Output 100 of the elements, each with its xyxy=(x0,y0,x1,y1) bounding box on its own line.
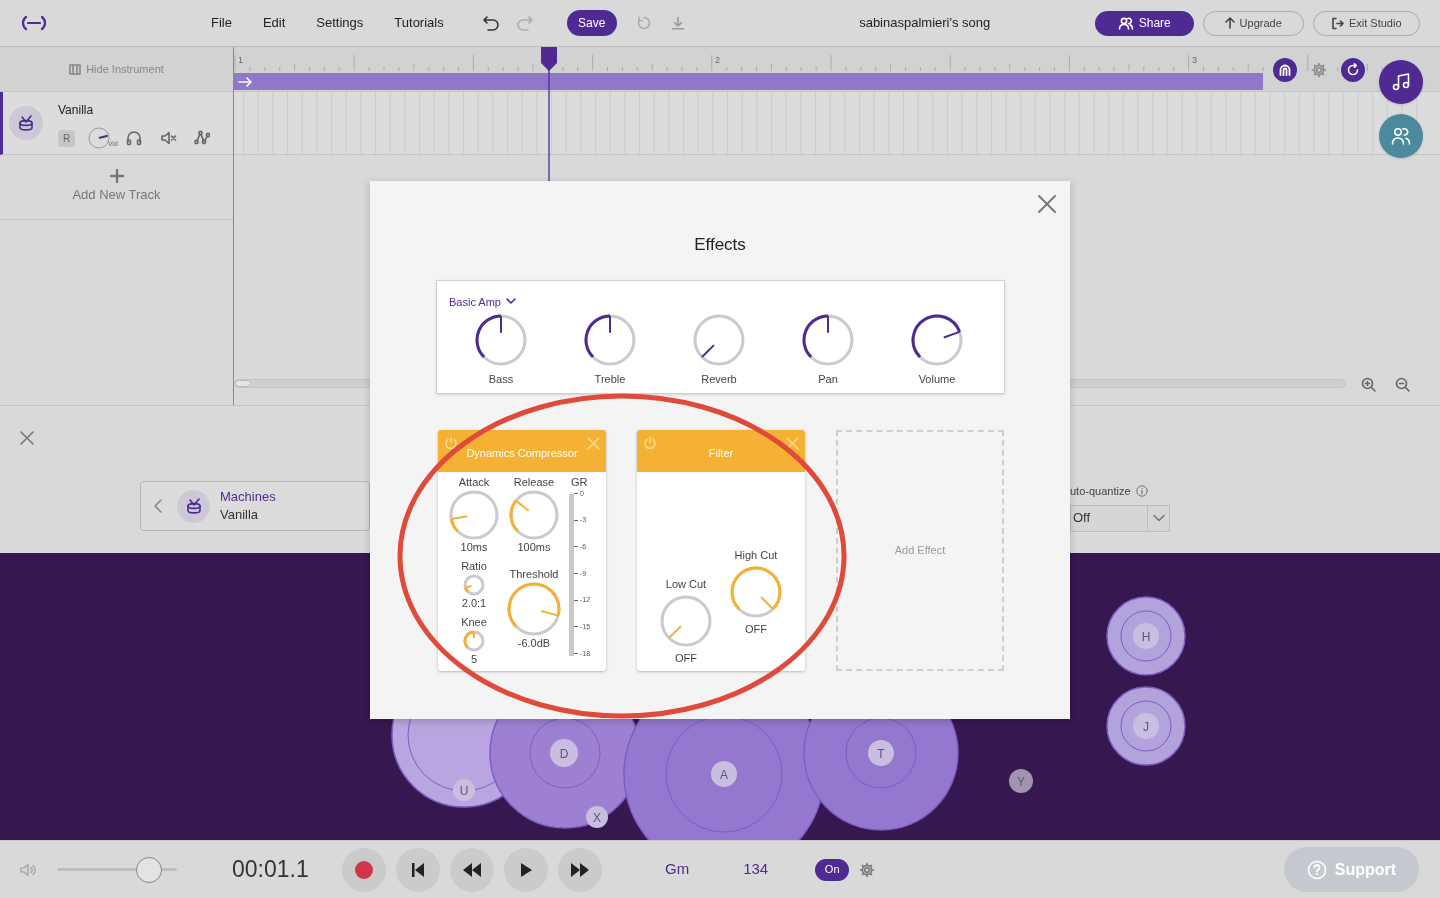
knob[interactable] xyxy=(802,314,854,366)
instrument-selector[interactable]: Machines Vanilla xyxy=(140,481,370,531)
knob-label: Bass xyxy=(488,372,514,387)
magnet-icon xyxy=(1278,63,1292,77)
song-title: sabinaspalmieri's song xyxy=(858,14,992,33)
download-icon xyxy=(670,16,685,30)
solo-button[interactable] xyxy=(126,130,142,146)
zoom-in-button[interactable] xyxy=(1361,377,1376,392)
mute-icon xyxy=(160,130,177,146)
record-icon xyxy=(355,860,373,879)
close-icon xyxy=(1037,194,1057,214)
time-display: 00:01.1 xyxy=(232,855,310,885)
menu-item[interactable]: Settings xyxy=(316,13,364,33)
plus-icon xyxy=(109,169,124,184)
menu-item[interactable]: Tutorials xyxy=(394,13,444,33)
power-button[interactable] xyxy=(444,435,458,450)
help-icon xyxy=(1306,859,1327,880)
play-button[interactable] xyxy=(504,847,548,892)
chevron-left-icon xyxy=(153,499,163,513)
exit-icon xyxy=(1330,16,1344,30)
track-name: Vanilla xyxy=(58,102,95,119)
key-label: T xyxy=(868,740,894,766)
rewind-button[interactable] xyxy=(450,847,494,892)
instrument-category: Machines xyxy=(220,488,276,506)
power-icon xyxy=(643,435,657,450)
scrollbar-thumb[interactable] xyxy=(235,380,251,387)
knob-label: Low Cut xyxy=(665,576,707,591)
share-button[interactable]: Share xyxy=(1094,10,1194,36)
mute-button[interactable] xyxy=(160,130,177,146)
knob-label: GR xyxy=(571,474,588,489)
metronome-settings-button[interactable] xyxy=(859,861,876,878)
zoom-out-button[interactable] xyxy=(1395,377,1410,392)
record-button[interactable] xyxy=(342,847,386,892)
music-note-icon xyxy=(1391,72,1411,92)
gear-icon xyxy=(1311,62,1327,78)
fast-forward-button[interactable] xyxy=(558,847,602,892)
close-icon xyxy=(19,430,35,446)
drum-pad[interactable] xyxy=(1106,596,1186,676)
settings-button[interactable] xyxy=(1311,62,1327,78)
menu-item[interactable]: Edit xyxy=(262,13,286,33)
redo-icon xyxy=(515,15,534,31)
undo-button[interactable] xyxy=(481,15,500,31)
close-button[interactable] xyxy=(19,430,35,446)
knob-value: 5 xyxy=(470,651,478,666)
key-signature[interactable]: Gm xyxy=(665,858,690,881)
key-label: X xyxy=(586,806,608,828)
key-label: U xyxy=(453,779,475,801)
knob-label: High Cut xyxy=(734,547,778,562)
knob-label: Knee xyxy=(461,614,487,629)
headphones-icon xyxy=(126,130,142,146)
drum-icon xyxy=(17,114,35,132)
dialog-title: Effects xyxy=(694,234,746,256)
instrument-name: Vanilla xyxy=(220,506,260,524)
skip-back-button[interactable] xyxy=(396,847,440,892)
automation-button[interactable] xyxy=(194,130,210,146)
amp-selector[interactable]: Basic Amp xyxy=(449,293,516,310)
menu-item[interactable]: File xyxy=(211,13,232,33)
arrow-up-icon xyxy=(1224,17,1235,29)
drum-icon xyxy=(184,497,203,515)
slider-thumb[interactable] xyxy=(136,856,163,883)
knob-value: 10ms xyxy=(460,539,488,554)
key-label: Y xyxy=(1009,769,1033,793)
arrow-right-icon xyxy=(238,76,252,87)
knob-label: Threshold xyxy=(509,566,559,581)
key-label: J xyxy=(1133,713,1159,739)
close-icon xyxy=(786,436,799,450)
bar-number: 2 xyxy=(715,55,720,65)
bar-number: 3 xyxy=(1192,55,1197,65)
knob-label: Attack xyxy=(458,474,490,489)
zoom-in-icon xyxy=(1361,377,1376,392)
reload-icon xyxy=(636,16,651,30)
rewind-icon xyxy=(462,861,482,878)
info-icon xyxy=(1135,485,1148,498)
undo-icon xyxy=(481,15,500,31)
remove-effect-button[interactable] xyxy=(786,436,799,450)
play-icon xyxy=(519,861,533,878)
people-icon xyxy=(1391,126,1411,146)
close-icon xyxy=(587,436,600,450)
power-icon xyxy=(444,435,458,450)
piano-icon xyxy=(69,63,82,75)
auto-quantize-dropdown[interactable]: Off xyxy=(1070,504,1170,532)
drum-pad[interactable] xyxy=(1106,686,1186,766)
chevron-down-icon xyxy=(1152,514,1165,522)
knob-value: -6.0dB xyxy=(517,635,551,650)
automation-icon xyxy=(194,130,210,146)
knob[interactable] xyxy=(584,314,636,366)
save-button[interactable]: Save xyxy=(566,10,617,36)
metronome-toggle[interactable]: On xyxy=(815,858,850,881)
knob-value: OFF xyxy=(745,621,767,636)
tempo[interactable]: 134 xyxy=(743,858,769,881)
download-button[interactable] xyxy=(670,16,685,30)
knob[interactable] xyxy=(911,314,963,366)
knob-value: OFF xyxy=(675,650,697,665)
knob-label: Pan xyxy=(818,372,838,387)
knob[interactable] xyxy=(475,314,527,366)
fast-forward-icon xyxy=(570,861,590,878)
volume-slider[interactable] xyxy=(57,856,177,883)
knob-value: 100ms xyxy=(517,539,551,554)
key-label: D xyxy=(550,739,578,767)
close-button[interactable] xyxy=(1037,194,1057,214)
